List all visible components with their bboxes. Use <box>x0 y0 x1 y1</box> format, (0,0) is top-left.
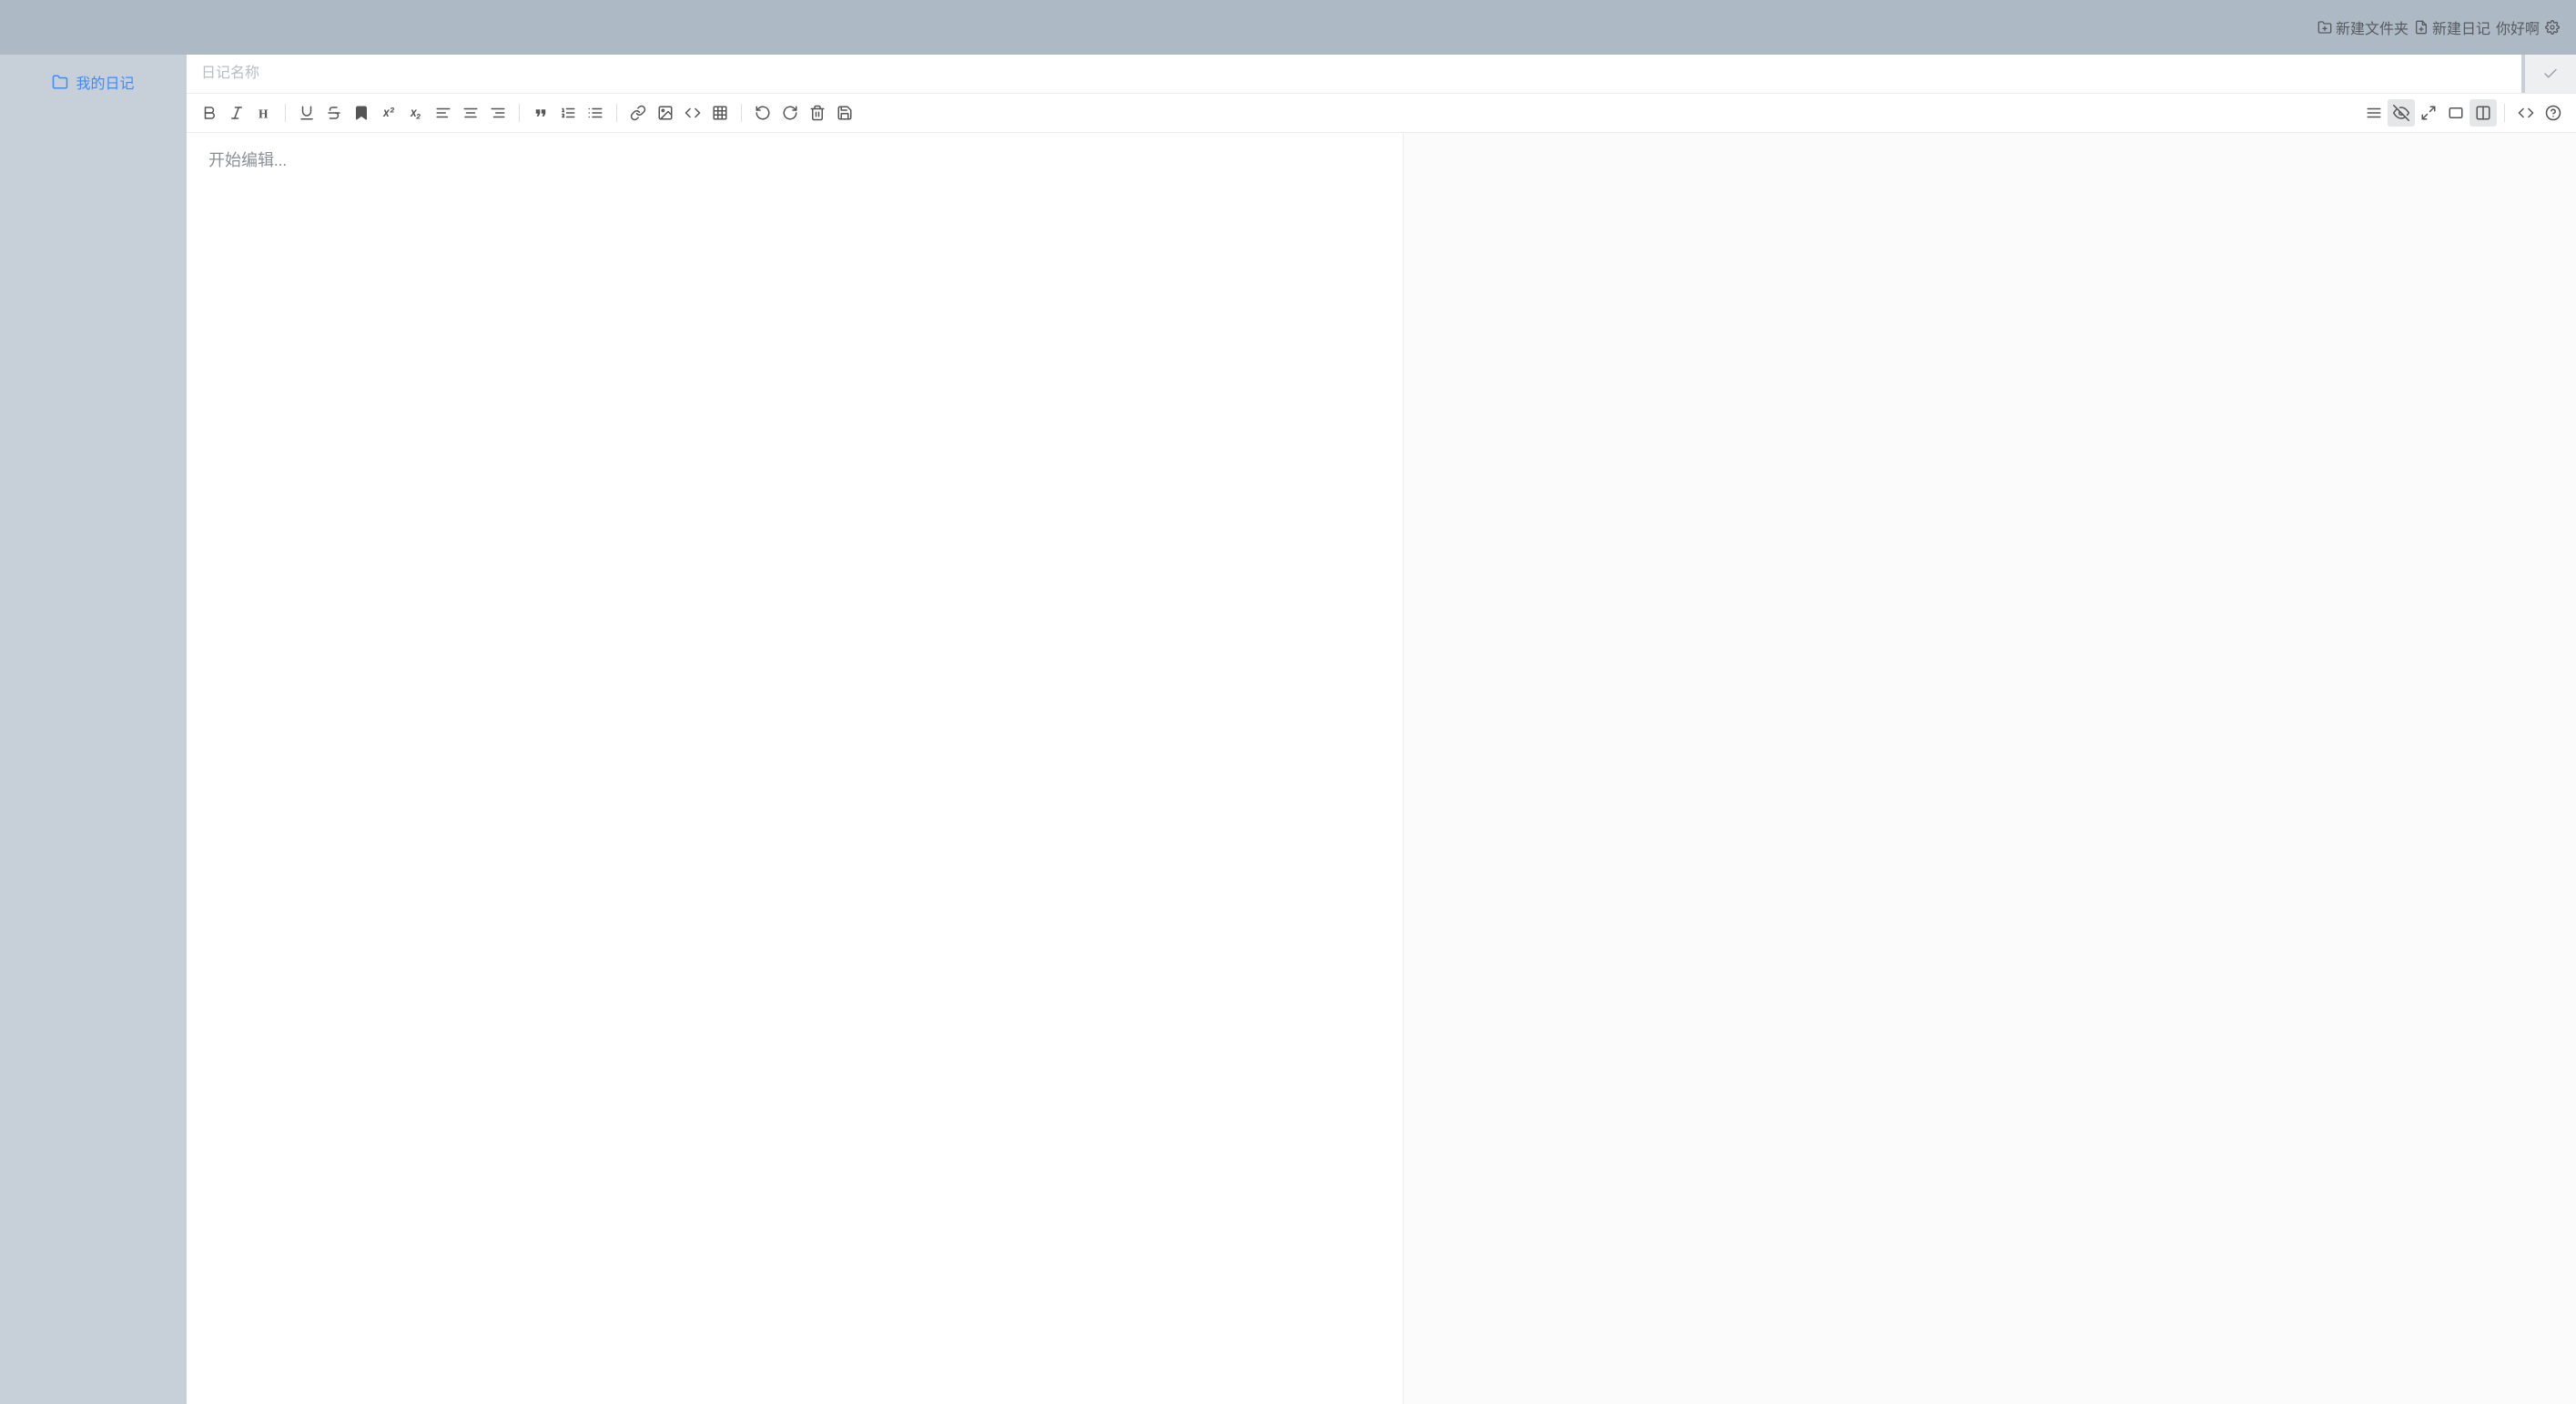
sidebar-item-my-diary[interactable]: 我的日记 <box>0 71 187 93</box>
link-icon <box>630 105 646 121</box>
menu-icon <box>2366 105 2382 121</box>
table-icon <box>712 105 728 121</box>
underline-button[interactable] <box>293 99 320 127</box>
help-button[interactable] <box>2540 99 2567 127</box>
help-icon <box>2545 105 2561 121</box>
trash-button[interactable] <box>804 99 831 127</box>
strikethrough-button[interactable] <box>320 99 348 127</box>
gear-icon <box>2545 20 2560 35</box>
rectangle-icon <box>2448 105 2464 121</box>
sidebar-item-label: 我的日记 <box>76 71 134 93</box>
fullscreen-icon <box>2420 105 2437 121</box>
undo-icon <box>755 105 771 121</box>
image-icon <box>657 105 674 121</box>
unordered-list-icon <box>587 105 603 121</box>
link-button[interactable] <box>624 99 652 127</box>
read-mode-button[interactable] <box>2442 99 2470 127</box>
editor-area <box>187 133 2576 1404</box>
quote-button[interactable] <box>527 99 554 127</box>
align-center-button[interactable] <box>457 99 484 127</box>
toolbar-right <box>2360 99 2567 127</box>
menu-button[interactable] <box>2360 99 2388 127</box>
editor-toolbar: H x² x₂ <box>187 93 2576 133</box>
italic-button[interactable] <box>223 99 250 127</box>
toolbar-separator <box>741 104 742 122</box>
folder-plus-icon <box>2317 20 2332 35</box>
code-icon <box>2518 105 2534 121</box>
toolbar-separator <box>2504 104 2505 122</box>
italic-icon <box>228 105 245 121</box>
title-row <box>187 55 2576 93</box>
confirm-button[interactable] <box>2525 55 2576 93</box>
ordered-list-icon <box>560 105 576 121</box>
undo-button[interactable] <box>749 99 776 127</box>
columns-icon <box>2475 105 2491 121</box>
bookmark-button[interactable] <box>348 99 375 127</box>
file-plus-icon <box>2414 20 2429 35</box>
new-diary-label: 新建日记 <box>2432 16 2490 38</box>
save-button[interactable] <box>831 99 858 127</box>
quote-icon <box>532 105 549 121</box>
check-icon <box>2542 66 2559 82</box>
folder-icon <box>52 74 68 90</box>
fullscreen-button[interactable] <box>2415 99 2442 127</box>
svg-text:H: H <box>259 107 269 120</box>
main: 我的日记 H <box>0 55 2576 1404</box>
redo-button[interactable] <box>776 99 804 127</box>
subscript-icon: x₂ <box>411 106 421 120</box>
bold-button[interactable] <box>196 99 223 127</box>
unordered-list-button[interactable] <box>582 99 609 127</box>
toolbar-separator <box>519 104 520 122</box>
topbar: 新建文件夹 新建日记 你好啊 <box>0 0 2576 55</box>
align-left-button[interactable] <box>430 99 457 127</box>
superscript-icon: x² <box>383 106 394 120</box>
heading-icon: H <box>256 105 272 121</box>
new-diary-button[interactable]: 新建日记 <box>2414 16 2490 38</box>
bold-icon <box>201 105 218 121</box>
redo-icon <box>782 105 798 121</box>
code-icon <box>685 105 701 121</box>
toolbar-left: H x² x₂ <box>196 99 858 127</box>
align-center-icon <box>462 105 479 121</box>
sidebar: 我的日记 <box>0 55 187 1404</box>
preview-pane <box>1403 133 2576 1404</box>
toolbar-separator <box>616 104 617 122</box>
save-icon <box>837 105 853 121</box>
trash-icon <box>809 105 826 121</box>
align-right-button[interactable] <box>484 99 512 127</box>
new-folder-button[interactable]: 新建文件夹 <box>2317 16 2409 38</box>
underline-icon <box>299 105 315 121</box>
settings-button[interactable] <box>2545 20 2560 35</box>
subscript-button[interactable]: x₂ <box>402 99 430 127</box>
split-mode-button[interactable] <box>2470 99 2497 127</box>
superscript-button[interactable]: x² <box>375 99 402 127</box>
html-button[interactable] <box>2512 99 2540 127</box>
image-button[interactable] <box>652 99 679 127</box>
editor-pane[interactable] <box>187 133 1403 1404</box>
align-right-icon <box>490 105 506 121</box>
strikethrough-icon <box>326 105 342 121</box>
heading-button[interactable]: H <box>250 99 278 127</box>
eye-off-icon <box>2393 105 2409 121</box>
new-folder-label: 新建文件夹 <box>2336 16 2409 38</box>
ordered-list-button[interactable] <box>554 99 582 127</box>
toolbar-separator <box>285 104 286 122</box>
align-left-icon <box>435 105 451 121</box>
code-button[interactable] <box>679 99 706 127</box>
content: H x² x₂ <box>187 55 2576 1404</box>
table-button[interactable] <box>706 99 734 127</box>
diary-title-input[interactable] <box>187 55 2521 93</box>
greeting-label: 你好啊 <box>2496 16 2540 38</box>
bookmark-icon <box>353 105 370 121</box>
preview-toggle-button[interactable] <box>2388 99 2415 127</box>
